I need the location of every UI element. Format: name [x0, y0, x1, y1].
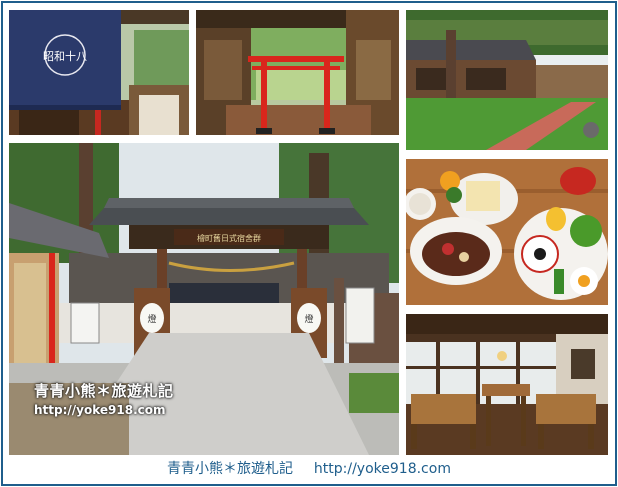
photo-japanese-breakfast-set [406, 159, 608, 305]
photo-red-torii-gate [196, 10, 399, 135]
photo-watermark: 青青小熊＊旅遊札記 http://yoke918.com [34, 380, 174, 417]
watermark-title: 青青小熊＊旅遊札記 [34, 382, 174, 400]
lantern-text-left: 燈 [147, 313, 156, 325]
noren-text: 昭和十八 [43, 49, 87, 63]
gate-sign: 檜町舊日式宿舍群 [197, 233, 261, 243]
footer-caption: 青青小熊＊旅遊札記 http://yoke918.com [0, 458, 618, 478]
photo-noren-shop-entrance: 昭和十八 [9, 10, 189, 135]
photo-japanese-houses-lawn [406, 10, 608, 150]
photo-dining-room-interior [406, 314, 608, 455]
watermark-url: http://yoke918.com [34, 403, 166, 417]
footer-url[interactable]: http://yoke918.com [314, 461, 451, 477]
lantern-text-right: 燈 [304, 313, 313, 325]
footer-title: 青青小熊＊旅遊札記 [167, 461, 294, 477]
